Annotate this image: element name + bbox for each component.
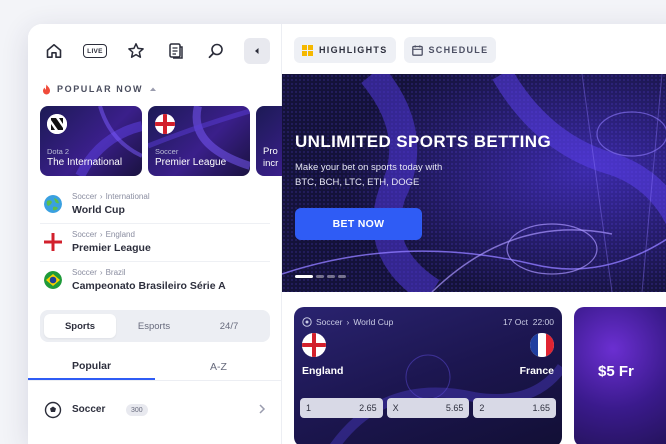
carousel-dot[interactable] <box>338 275 346 278</box>
odds-button-home[interactable]: 1 2.65 <box>300 398 383 418</box>
sport-list-item[interactable]: Soccer 300 <box>42 400 272 420</box>
fire-icon <box>43 84 50 94</box>
league-item[interactable]: Soccer › England Premier League <box>40 224 270 262</box>
list-sort-tabs: Popular A-Z <box>28 354 282 380</box>
calendar-icon <box>411 44 423 56</box>
match-meta: Soccer › World Cup <box>302 317 393 327</box>
home-icon[interactable] <box>42 38 66 64</box>
england-flag-icon <box>155 114 175 134</box>
tab-schedule-label: SCHEDULE <box>428 45 489 55</box>
match-sport: Soccer <box>316 317 343 327</box>
grid-icon <box>302 44 313 56</box>
league-item[interactable]: Soccer › International World Cup <box>40 186 270 224</box>
collapse-sidebar-button[interactable] <box>244 38 270 64</box>
popular-now-header[interactable]: POPULAR NOW <box>42 82 157 96</box>
league-path: Soccer › Brazil <box>72 268 126 277</box>
match-league: World Cup <box>353 317 394 327</box>
globe-icon <box>44 195 62 213</box>
match-datetime: 17 Oct 22:00 <box>502 317 554 327</box>
tab-highlights[interactable]: HIGHLIGHTS <box>294 37 396 63</box>
chevron-up-icon <box>150 87 157 91</box>
app-window: LIVE POPULAR NOW Dota 2 The Internationa… <box>28 24 666 444</box>
event-count-badge: 300 <box>126 404 148 416</box>
away-team: France <box>519 365 554 377</box>
england-flag-icon <box>302 333 326 357</box>
popular-card[interactable]: Dota 2 The International <box>40 106 142 176</box>
card-subtitle: Soccer <box>155 147 179 156</box>
soccer-ball-icon <box>44 401 62 419</box>
carousel-dot[interactable] <box>327 275 335 278</box>
popular-now-title: POPULAR NOW <box>57 84 144 94</box>
league-item[interactable]: Soccer › Brazil Campeonato Brasileiro Séri… <box>40 262 270 300</box>
card-title: Premier League <box>155 157 227 168</box>
star-icon[interactable] <box>124 38 148 64</box>
tab-esports[interactable]: Esports <box>118 314 190 338</box>
tab-highlights-label: HIGHLIGHTS <box>319 45 388 55</box>
carousel-dots <box>295 275 346 278</box>
league-path: Soccer › England <box>72 230 135 239</box>
home-team: England <box>302 365 344 377</box>
card-subtitle: Pro <box>263 146 278 157</box>
tab-sports[interactable]: Sports <box>44 314 116 338</box>
brazil-flag-icon <box>44 271 62 289</box>
divider <box>28 380 282 381</box>
promo-banner[interactable]: UNLIMITED SPORTS BETTING Make your bet o… <box>282 74 666 292</box>
league-name: Premier League <box>72 242 151 254</box>
search-icon[interactable] <box>204 38 228 64</box>
banner-text-line: BTC, BCH, LTC, ETH, DOGE <box>295 177 420 188</box>
betslip-icon[interactable] <box>164 38 188 64</box>
popular-card[interactable]: Pro incr <box>256 106 282 176</box>
carousel-dot-active[interactable] <box>295 275 313 278</box>
sidebar: LIVE POPULAR NOW Dota 2 The Internationa… <box>28 24 282 444</box>
promo-card[interactable]: $5 Fr <box>574 307 666 444</box>
promo-text: $5 Fr <box>598 363 634 380</box>
tab-schedule[interactable]: SCHEDULE <box>403 37 497 63</box>
england-flag-icon <box>44 233 62 251</box>
card-title: The International <box>47 157 123 168</box>
popular-card[interactable]: Soccer Premier League <box>148 106 250 176</box>
league-name: Campeonato Brasileiro Série A <box>72 280 226 292</box>
sport-category-tabs: Sports Esports 24/7 <box>40 310 270 342</box>
popular-leagues-list: Soccer › International World Cup Soccer › En… <box>40 186 270 300</box>
odds-button-draw[interactable]: X 5.65 <box>386 398 470 418</box>
banner-headline: UNLIMITED SPORTS BETTING <box>295 132 552 151</box>
league-path: Soccer › International <box>72 192 150 201</box>
banner-text-line: Make your bet on sports today with <box>295 162 443 173</box>
card-title: incr <box>263 158 279 169</box>
tab-popular[interactable]: Popular <box>28 354 155 380</box>
bet-now-button[interactable]: BET NOW <box>295 208 422 240</box>
dota-logo-icon <box>47 114 67 134</box>
collapse-left-icon <box>255 48 259 54</box>
soccer-ball-icon <box>302 317 312 327</box>
sport-name: Soccer <box>72 404 106 415</box>
main-content: HIGHLIGHTS SCHEDULE UNLIMITED SPORTS BET… <box>282 24 666 444</box>
odds-row: 1 2.65 X 5.65 2 1.65 <box>300 398 557 418</box>
main-tabs: HIGHLIGHTS SCHEDULE <box>294 37 497 63</box>
sidebar-top-nav: LIVE <box>42 38 270 64</box>
live-label: LIVE <box>83 44 107 58</box>
popular-cards-carousel: Dota 2 The International Soccer Premier … <box>40 106 282 178</box>
france-flag-icon <box>530 333 554 357</box>
carousel-dot[interactable] <box>316 275 324 278</box>
odds-button-away[interactable]: 2 1.65 <box>473 398 557 418</box>
league-name: World Cup <box>72 204 125 216</box>
tab-24-7[interactable]: 24/7 <box>192 314 266 338</box>
chevron-right-icon <box>259 404 266 414</box>
match-card[interactable]: Soccer › World Cup 17 Oct 22:00 England … <box>294 307 562 444</box>
live-icon[interactable]: LIVE <box>82 38 108 64</box>
card-subtitle: Dota 2 <box>47 147 70 156</box>
tab-a-z[interactable]: A-Z <box>155 354 282 380</box>
